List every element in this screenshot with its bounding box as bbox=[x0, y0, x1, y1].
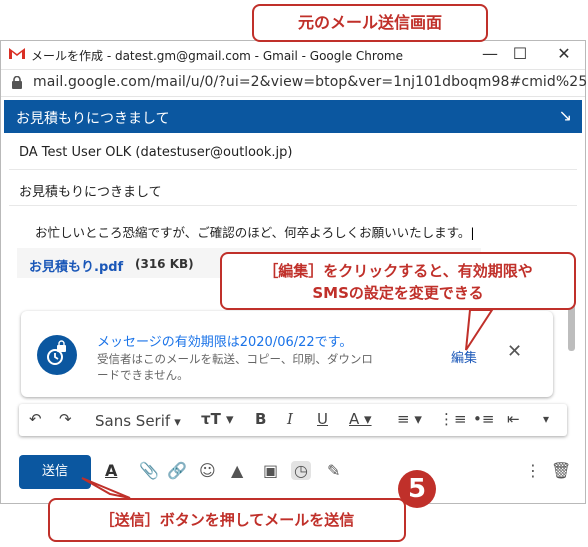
annotation-arrows bbox=[81, 309, 494, 499]
step-number-badge: 5 bbox=[398, 470, 436, 508]
annotation-send: ［送信］ボタンを押してメールを送信 bbox=[48, 498, 406, 542]
annotation-pointer-send bbox=[81, 477, 131, 499]
annotation-pointer-edit bbox=[465, 309, 494, 351]
